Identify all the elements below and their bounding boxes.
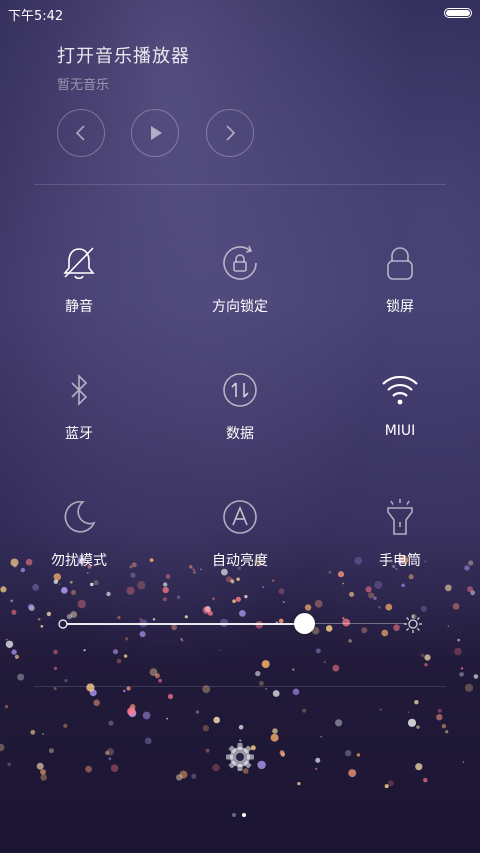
- toggle-flashlight-label: 手电筒: [379, 553, 421, 569]
- toggle-rotation-lock[interactable]: 方向锁定: [170, 241, 310, 316]
- toggle-do-not-disturb-label: 勿扰模式: [51, 553, 107, 569]
- divider-top: [34, 184, 446, 185]
- toggle-wifi-label: MIUI: [384, 423, 416, 439]
- lock-icon: [387, 247, 413, 280]
- toggle-rotation-lock-label: 方向锁定: [212, 299, 268, 315]
- gear-icon: [226, 743, 254, 771]
- divider-bottom: [34, 686, 446, 687]
- toggle-lock-screen-label: 锁屏: [386, 299, 414, 315]
- rotation-lock-icon: [223, 245, 257, 280]
- brightness-slider-fill: [67, 623, 304, 625]
- page-dot-1: [232, 813, 236, 817]
- toggle-lock-screen[interactable]: 锁屏: [330, 241, 470, 316]
- next-track-button[interactable]: [206, 109, 254, 157]
- play-button[interactable]: [131, 109, 179, 157]
- toggle-auto-brightness[interactable]: 自动亮度: [170, 495, 310, 570]
- wifi-icon: [382, 375, 418, 405]
- settings-button[interactable]: [224, 741, 256, 773]
- bluetooth-icon: [71, 374, 88, 406]
- toggle-wifi[interactable]: MIUI: [330, 368, 470, 439]
- auto-brightness-icon: [223, 500, 257, 534]
- toggle-mobile-data[interactable]: 数据: [170, 368, 310, 443]
- toggle-mute-label: 静音: [65, 299, 93, 315]
- chevron-left-icon: [75, 125, 85, 141]
- music-subtitle: 暂无音乐: [57, 78, 110, 93]
- page-dot-2: [242, 813, 246, 817]
- battery-icon: [444, 8, 472, 18]
- toggle-mute[interactable]: 静音: [9, 241, 149, 316]
- brightness-slider[interactable]: [57, 612, 427, 636]
- toggle-auto-brightness-label: 自动亮度: [212, 553, 268, 569]
- play-icon: [151, 126, 162, 140]
- moon-icon: [64, 500, 96, 533]
- music-widget[interactable]: 打开音乐播放器 暂无音乐: [57, 42, 190, 93]
- previous-track-button[interactable]: [57, 109, 105, 157]
- status-time: 下午5:42: [8, 9, 64, 24]
- page-indicator: [230, 813, 250, 819]
- chevron-right-icon: [226, 125, 236, 141]
- toggle-flashlight[interactable]: 手电筒: [330, 495, 470, 570]
- toggle-mobile-data-label: 数据: [226, 426, 254, 442]
- status-bar: 下午5:42: [0, 0, 480, 28]
- brightness-high-icon: [404, 615, 422, 633]
- brightness-slider-track: [303, 623, 405, 624]
- toggle-bluetooth[interactable]: 蓝牙: [9, 368, 149, 443]
- brightness-slider-thumb[interactable]: [293, 613, 315, 634]
- toggle-do-not-disturb[interactable]: 勿扰模式: [9, 495, 149, 570]
- toggle-bluetooth-label: 蓝牙: [65, 426, 93, 442]
- music-title[interactable]: 打开音乐播放器: [57, 42, 190, 68]
- mobile-data-icon: [223, 373, 257, 407]
- bell-off-icon: [63, 247, 95, 280]
- control-center-screen: 下午5:42 打开音乐播放器 暂无音乐 静音 方向锁定 锁屏 蓝牙 数据 MIU…: [0, 0, 480, 853]
- flashlight-icon: [387, 499, 413, 535]
